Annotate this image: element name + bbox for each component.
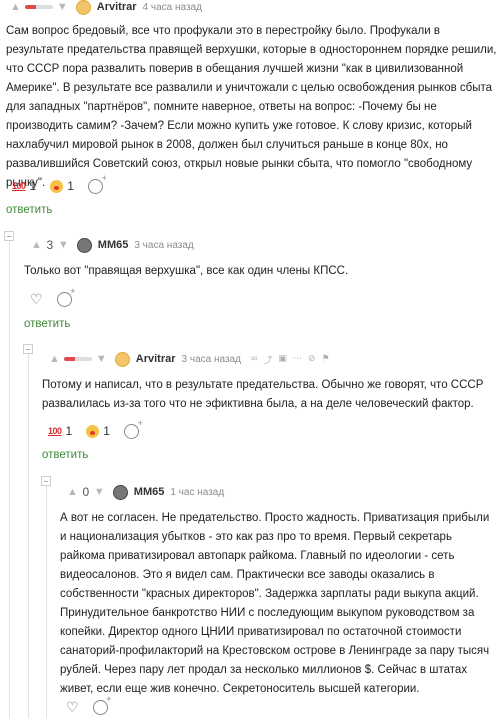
vote-control: ▲ ▼ [49,353,107,365]
collapse-thread-button[interactable] [41,476,51,486]
downvote-icon[interactable]: ▼ [96,353,107,365]
avatar[interactable] [112,484,128,500]
ignore-icon[interactable]: ⊘ [308,353,316,366]
100-emoji-icon: 100 [12,180,26,191]
reaction-count: 1 [29,179,37,193]
author-name[interactable]: MM65 [98,239,129,251]
reactions-bar: 100 1 1 [48,418,143,440]
upvote-icon[interactable]: ▲ [31,239,42,251]
share-icon[interactable]: ⤴ [263,353,272,366]
avatar[interactable] [76,237,92,253]
reply-button[interactable]: ответить [24,318,70,330]
comment-text: А вот не согласен. Не предательство. Про… [60,512,490,695]
vote-control: ▲ 3 ▼ [31,238,69,252]
add-reaction-icon[interactable] [123,418,143,439]
rating-bar [24,5,53,9]
comment-time[interactable]: 4 часа назад [143,2,202,13]
upvote-icon[interactable]: ▲ [67,486,78,498]
comment-text: Только вот "правящая верхушка", все как … [24,265,349,277]
reaction-100[interactable]: 100 1 [12,179,36,193]
add-reaction-icon[interactable] [87,173,107,194]
reactions-bar: ♡ [66,694,112,716]
report-icon[interactable]: ⚑ [321,353,329,366]
link-icon[interactable]: ∞ [251,353,257,366]
reactions-bar: 100 1 1 [12,173,107,195]
save-icon[interactable]: ▣ [278,353,287,366]
comment-score: 3 [46,238,54,252]
vote-control: ▲ 0 ▼ [67,485,105,499]
heart-icon[interactable]: ♡ [30,292,43,306]
comment-score: 0 [82,485,90,499]
reaction-100[interactable]: 100 1 [48,424,72,438]
comment-text: Сам вопрос бредовый, все что профукали э… [6,25,497,189]
avatar[interactable] [75,0,91,15]
downvote-icon[interactable]: ▼ [94,486,105,498]
downvote-icon[interactable]: ▼ [57,1,68,13]
reaction-clown[interactable]: 1 [86,424,110,438]
heart-icon[interactable]: ♡ [66,700,79,714]
reaction-clown[interactable]: 1 [50,179,74,193]
more-icon[interactable]: ⋯ [293,353,302,366]
clown-emoji-icon [86,424,100,438]
clown-emoji-icon [50,179,64,193]
collapse-thread-button[interactable] [23,344,33,354]
thread-branch [28,348,29,718]
comment-time[interactable]: 3 часа назад [182,354,241,365]
author-name[interactable]: MM65 [134,486,165,498]
add-reaction-icon[interactable] [92,694,112,715]
reaction-count: 1 [65,424,73,438]
comment-time[interactable]: 1 час назад [170,487,224,498]
comment-header: ▲ 0 ▼ MM65 1 час назад [67,484,224,500]
upvote-icon[interactable]: ▲ [49,353,60,365]
comment-time[interactable]: 3 часа назад [134,240,193,251]
reply-button[interactable]: ответить [42,449,88,461]
thread-branch [9,235,10,718]
comment-header: ▲ 3 ▼ MM65 3 часа назад [31,237,194,253]
collapse-thread-button[interactable] [4,231,14,241]
100-emoji-icon: 100 [48,425,62,436]
comment-text: Потому и написал, что в результате преда… [42,379,484,410]
comment-tools: ∞ ⤴ ▣ ⋯ ⊘ ⚑ [251,353,330,366]
comment-header: ▲ ▼ Arvitrar 4 часа назад [10,0,202,15]
thread-branch [46,480,47,718]
author-name[interactable]: Arvitrar [97,1,137,13]
add-reaction-icon[interactable] [56,286,76,307]
reactions-bar: ♡ [30,286,76,308]
upvote-icon[interactable]: ▲ [10,1,21,13]
downvote-icon[interactable]: ▼ [58,239,69,251]
author-name[interactable]: Arvitrar [136,353,176,365]
reply-button[interactable]: ответить [6,204,52,216]
rating-bar [63,357,92,361]
reaction-count: 1 [103,424,110,438]
avatar[interactable] [114,351,130,367]
reaction-count: 1 [67,179,74,193]
vote-control: ▲ ▼ [10,1,68,13]
comment-header: ▲ ▼ Arvitrar 3 часа назад ∞ ⤴ ▣ ⋯ ⊘ ⚑ [49,351,330,367]
